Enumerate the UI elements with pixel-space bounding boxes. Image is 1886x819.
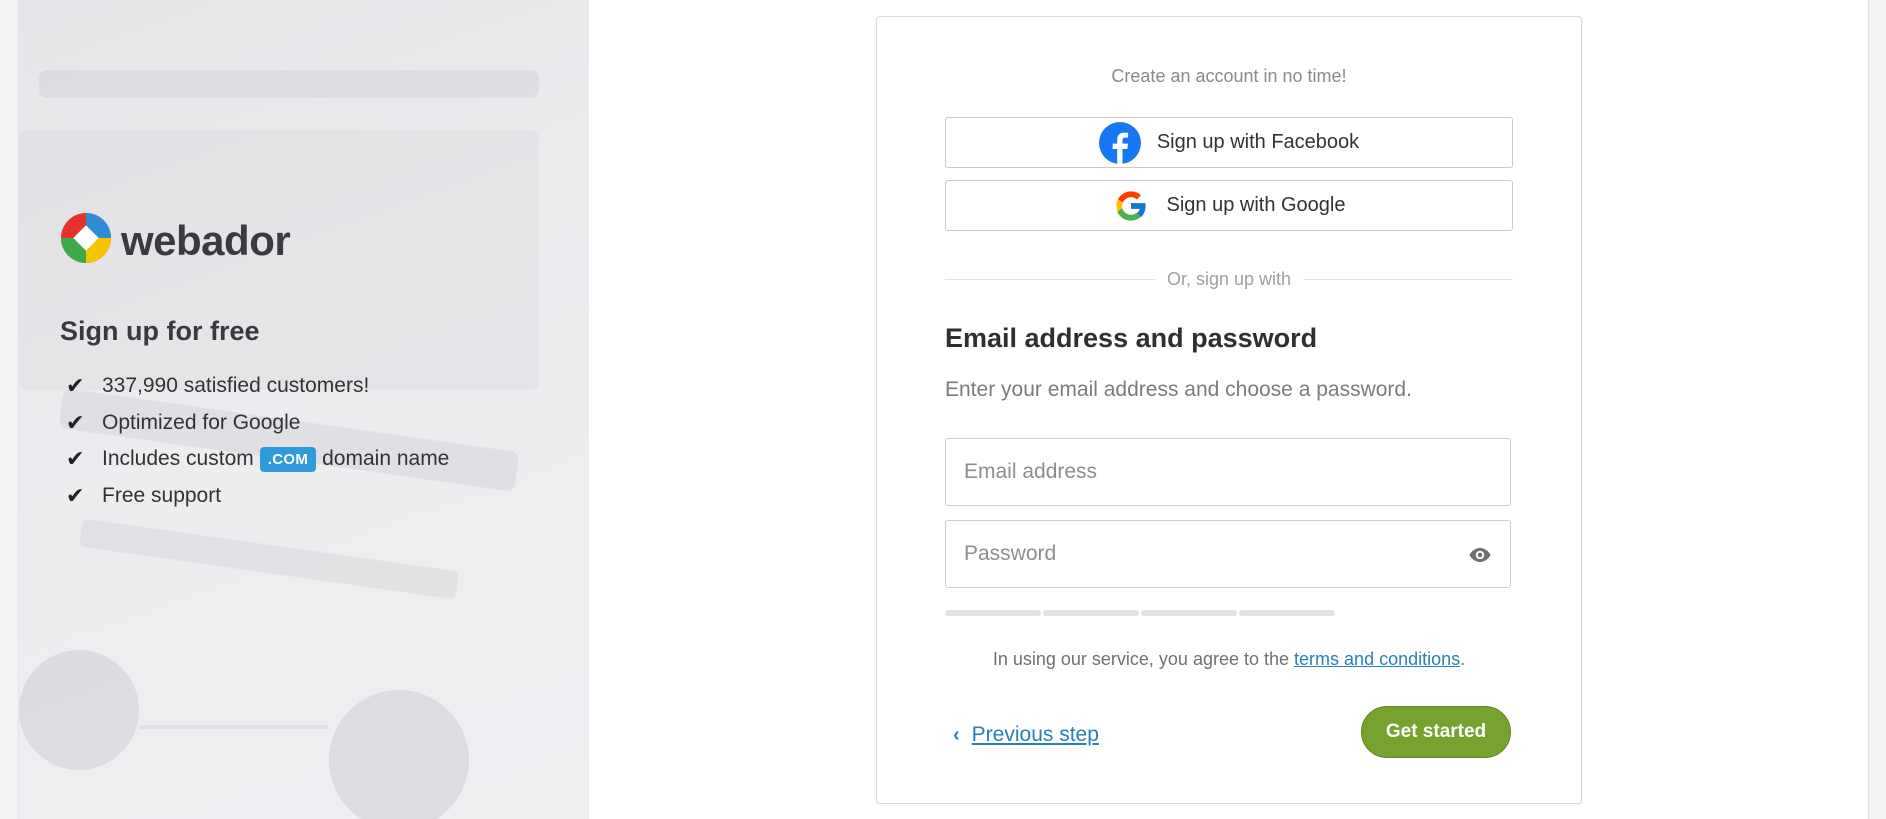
signup-heading: Sign up for free: [60, 316, 260, 346]
facebook-signup-button[interactable]: Sign up with Facebook: [945, 117, 1513, 168]
strength-segment: [1141, 610, 1237, 616]
check-icon: ✔: [66, 446, 85, 472]
strength-segment: [945, 610, 1041, 616]
divider-line: [945, 279, 1155, 280]
brand-name: webador: [121, 216, 291, 264]
check-icon: ✔: [66, 409, 85, 435]
strength-segment: [1043, 610, 1139, 616]
intro-text: Create an account in no time!: [1111, 66, 1347, 86]
benefit-text: Includes custom: [102, 447, 254, 471]
divider-line: [1303, 279, 1513, 280]
email-field[interactable]: [946, 439, 1510, 505]
background-ghost-bar: [39, 70, 539, 98]
benefit-item: ✔ Optimized for Google: [66, 405, 449, 442]
signup-card: Create an account in no time! Sign up wi…: [876, 16, 1582, 804]
or-divider: Or, sign up with: [945, 269, 1513, 290]
facebook-icon: [1098, 121, 1141, 164]
password-field[interactable]: [946, 521, 1510, 587]
google-signup-button[interactable]: Sign up with Google: [945, 180, 1513, 231]
form-subtitle: Enter your email address and choose a pa…: [945, 378, 1412, 401]
background-ghost-heading: [78, 518, 460, 600]
password-field-wrapper: [945, 520, 1511, 588]
check-icon: ✔: [66, 482, 85, 508]
terms-link[interactable]: terms and conditions: [1294, 649, 1460, 669]
get-started-button[interactable]: Get started: [1361, 706, 1511, 758]
brand-logo[interactable]: webador: [60, 212, 291, 269]
window-left-edge: [0, 0, 19, 819]
chevron-left-icon: ‹: [953, 723, 960, 746]
background-ghost-circle: [329, 690, 469, 819]
background-ghost-line: [139, 725, 329, 729]
eye-icon[interactable]: [1468, 543, 1492, 572]
terms-prefix: In using our service, you agree to the: [992, 649, 1290, 669]
divider-text: Or, sign up with: [1166, 269, 1292, 289]
strength-segment: [1239, 610, 1335, 616]
com-domain-badge: .COM: [259, 446, 317, 472]
google-signup-label: Sign up with Google: [1166, 194, 1346, 216]
benefit-text: Optimized for Google: [102, 410, 301, 434]
background-ghost-circle: [19, 650, 139, 770]
password-strength-meter: [945, 610, 1335, 616]
facebook-signup-label: Sign up with Facebook: [1156, 131, 1360, 153]
email-field-wrapper: [945, 438, 1511, 506]
form-title: Email address and password: [945, 323, 1318, 353]
benefit-item: ✔ Free support: [66, 478, 449, 515]
previous-step-label: Previous step: [971, 723, 1099, 746]
benefit-item: ✔ 337,990 satisfied customers!: [66, 368, 449, 405]
webador-logo-icon: [60, 212, 112, 269]
previous-step-link[interactable]: ‹ Previous step: [953, 723, 1099, 747]
benefit-text: domain name: [322, 447, 450, 471]
window-right-edge: [1868, 0, 1886, 819]
benefit-text: Free support: [102, 483, 222, 507]
benefit-item: ✔ Includes custom .COM domain name: [66, 441, 449, 478]
terms-suffix: .: [1460, 649, 1466, 669]
google-icon: [1112, 187, 1150, 225]
terms-notice: In using our service, you agree to the t…: [945, 649, 1513, 670]
check-icon: ✔: [66, 373, 85, 399]
benefit-text: 337,990 satisfied customers!: [102, 374, 370, 398]
benefits-list: ✔ 337,990 satisfied customers! ✔ Optimiz…: [66, 368, 449, 514]
